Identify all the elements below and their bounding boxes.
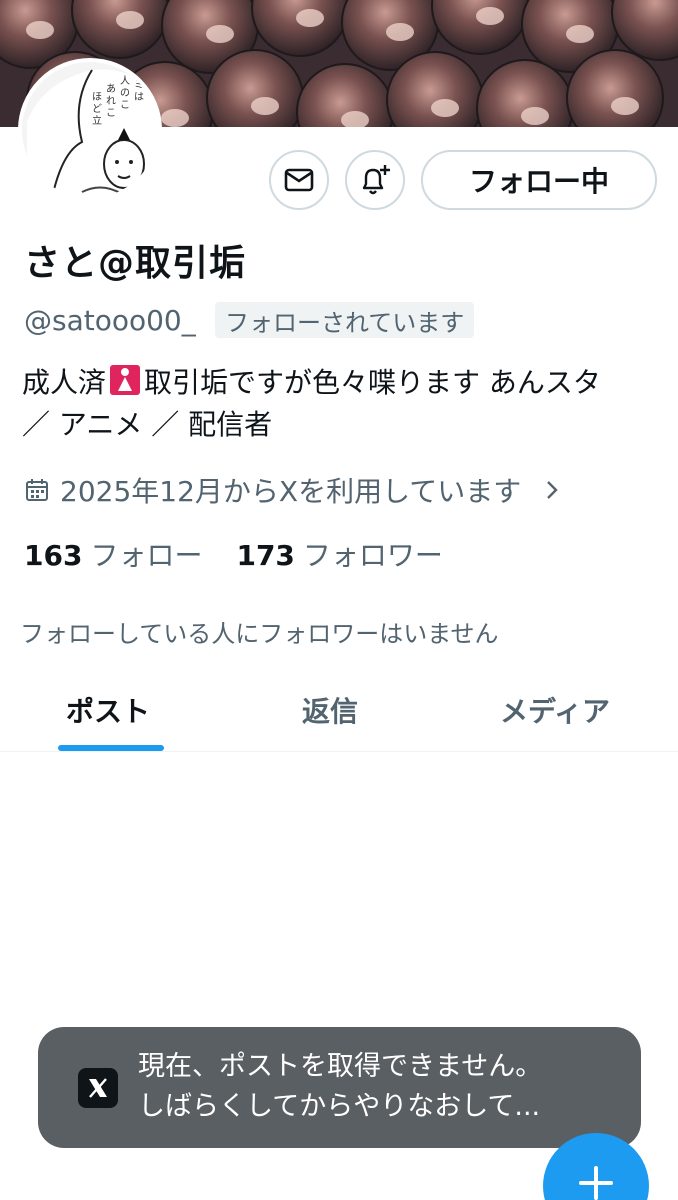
toast-message: 現在、ポストを取得できません。 しばらくしてからやりなおして...: [138, 1047, 542, 1127]
profile-tabs: ポスト 返信 メディア: [0, 672, 678, 752]
tab-replies[interactable]: 返信: [302, 690, 358, 730]
svg-text:ほ: ほ: [92, 91, 102, 103]
bio-text-b: 取引垢ですが色々喋ります あんスタ: [144, 366, 601, 399]
following-label: フォロー: [90, 539, 203, 572]
following-count: 163: [24, 539, 83, 572]
follow-stats: 163 フォロー 173 フォロワー: [24, 534, 443, 574]
tab-posts[interactable]: ポスト: [66, 690, 150, 730]
womens-room-icon: [110, 365, 141, 395]
x-logo-icon: [78, 1068, 118, 1108]
svg-text:ど: ど: [92, 103, 102, 115]
followers-label: フォロワー: [302, 539, 443, 572]
svg-text:れ: れ: [106, 95, 116, 107]
bio-text-a: 成人済: [22, 366, 107, 399]
toast-line-1: 現在、ポストを取得できません。: [138, 1051, 543, 1082]
avatar-image: キミは 人のこ あれこ ほど立: [22, 62, 158, 198]
svg-text:立: 立: [92, 114, 102, 127]
followers-link[interactable]: 173 フォロワー: [236, 534, 442, 574]
bio: 成人済 取引垢ですが色々喋ります あんスタ ／ アニメ ／ 配信者: [22, 362, 662, 446]
display-name: さと@取引垢: [24, 243, 247, 284]
following-link[interactable]: 163 フォロー: [24, 534, 202, 574]
joined-text: 2025年12月からXを利用しています: [60, 475, 522, 508]
svg-text:ミ: ミ: [134, 80, 144, 91]
avatar[interactable]: キミは 人のこ あれこ ほど立: [18, 58, 162, 202]
calendar-icon: [26, 479, 48, 501]
notifications-button[interactable]: [345, 150, 405, 210]
plus-icon: [579, 1166, 613, 1200]
active-tab-indicator: [58, 745, 164, 751]
bio-text-c: ／ アニメ ／ 配信者: [22, 408, 273, 441]
follows-you-badge: フォローされています: [215, 302, 475, 338]
tab-media[interactable]: メディア: [500, 690, 610, 730]
followers-count: 173: [236, 539, 295, 572]
svg-text:は: は: [134, 91, 144, 103]
toast-line-2: しばらくしてからやりなおして...: [138, 1091, 541, 1122]
message-button[interactable]: [269, 150, 329, 210]
handle: @satooo00_: [24, 304, 196, 337]
svg-text:の: の: [120, 88, 130, 99]
error-toast[interactable]: 現在、ポストを取得できません。 しばらくしてからやりなおして...: [38, 1027, 641, 1148]
svg-text:人: 人: [120, 75, 130, 87]
svg-text:こ: こ: [120, 100, 130, 111]
svg-text:こ: こ: [106, 108, 116, 119]
known-followers-text: フォローしている人にフォロワーはいません: [20, 620, 499, 648]
following-button[interactable]: フォロー中: [421, 150, 657, 210]
chevron-right-icon: [547, 481, 558, 499]
envelope-icon: [284, 168, 314, 192]
svg-text:あ: あ: [106, 83, 116, 95]
bell-plus-icon: [362, 165, 390, 195]
joined-date[interactable]: 2025年12月からXを利用しています: [24, 470, 559, 510]
